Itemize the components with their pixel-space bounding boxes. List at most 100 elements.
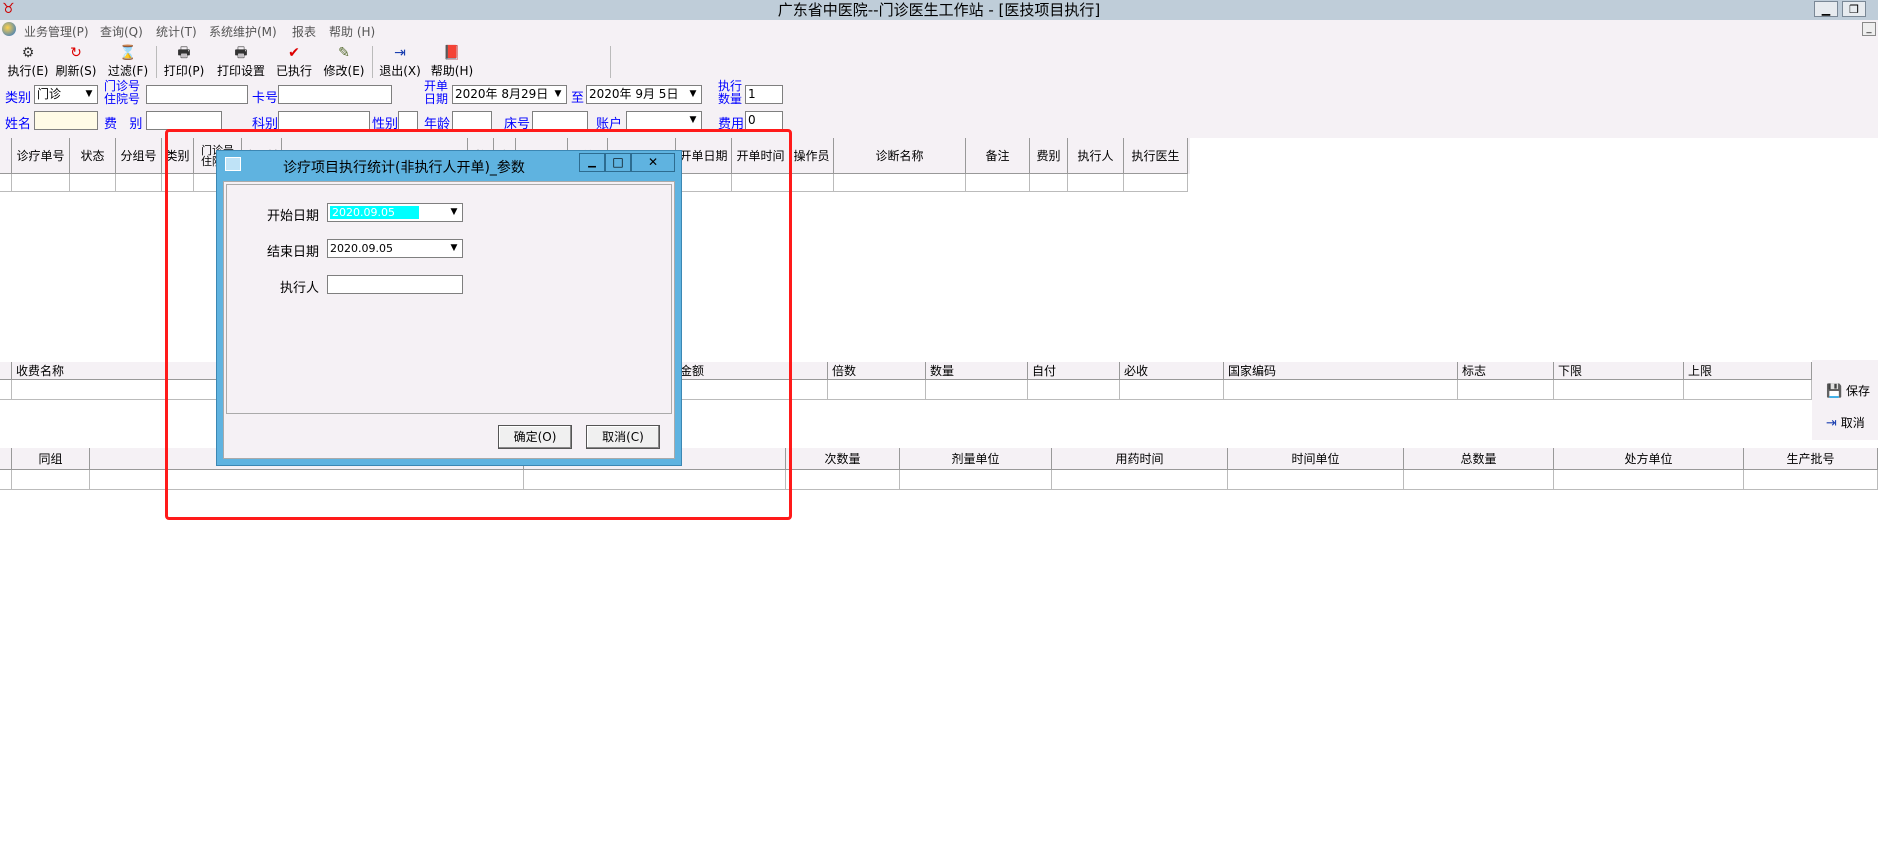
open-date-label: 开单 bbox=[424, 79, 449, 93]
menu-business[interactable]: 业务管理(P) bbox=[24, 23, 89, 40]
column-header[interactable]: 生产批号 bbox=[1744, 448, 1878, 470]
print-button[interactable]: 🖶 打印(P) bbox=[156, 45, 212, 79]
column-header[interactable]: 必收 bbox=[1120, 362, 1224, 380]
menu-report[interactable]: 报表 bbox=[292, 23, 316, 40]
chevron-down-icon: ▼ bbox=[85, 89, 93, 99]
column-header[interactable]: 执行人 bbox=[1068, 138, 1124, 174]
row-indicator-header bbox=[0, 138, 12, 174]
hourglass-icon: ⌛ bbox=[119, 45, 137, 61]
printer-icon: 🖶 bbox=[177, 45, 191, 61]
column-header[interactable]: 分组号 bbox=[116, 138, 162, 174]
menu-app-icon bbox=[2, 22, 16, 36]
column-header[interactable]: 处方单位 bbox=[1554, 448, 1744, 470]
account-select[interactable]: ▼ bbox=[626, 111, 702, 130]
open-date-label-2: 日期 bbox=[424, 92, 449, 106]
date-to-picker[interactable]: 2020年 9月 5日 ▼ bbox=[586, 85, 702, 104]
menu-system[interactable]: 系统维护(M) bbox=[209, 23, 277, 40]
print-settings-button[interactable]: 🖶 打印设置 bbox=[212, 45, 270, 79]
exec-count-label: 执行 bbox=[718, 79, 743, 93]
fee-type-input[interactable] bbox=[146, 111, 222, 130]
menu-statistics[interactable]: 统计(T) bbox=[156, 23, 197, 40]
side-panel: 💾 保存 ⇥ 取消 bbox=[1812, 360, 1878, 440]
age-input[interactable] bbox=[452, 111, 492, 130]
mdi-minimize-button[interactable]: _ bbox=[1862, 22, 1876, 36]
save-disk-icon: 💾 bbox=[1826, 384, 1843, 399]
save-button[interactable]: 💾 保存 bbox=[1826, 380, 1878, 402]
refresh-button[interactable]: ↻ 刷新(S) bbox=[48, 45, 104, 79]
column-header[interactable]: 次数量 bbox=[786, 448, 900, 470]
save-label: 保存 bbox=[1846, 384, 1871, 398]
column-header[interactable]: 上限 bbox=[1684, 362, 1812, 380]
column-header[interactable]: 诊断名称 bbox=[834, 138, 966, 174]
chevron-down-icon: ▼ bbox=[689, 115, 697, 125]
fee-type-label: 费 别 bbox=[104, 117, 143, 132]
executed-label: 已执行 bbox=[275, 64, 312, 78]
column-header[interactable]: 下限 bbox=[1554, 362, 1684, 380]
column-header[interactable]: 同组 bbox=[12, 448, 90, 470]
title-bar: ♉ 广东省中医院--门诊医生工作站 - [医技项目执行] ▁ ❐ bbox=[0, 0, 1878, 20]
sex-input[interactable] bbox=[398, 111, 418, 130]
print-settings-label: 打印设置 bbox=[216, 64, 265, 78]
name-input[interactable] bbox=[34, 111, 98, 130]
help-label: 帮助(H) bbox=[430, 64, 474, 78]
date-to-value: 2020年 9月 5日 bbox=[589, 87, 679, 101]
column-header[interactable]: 备注 bbox=[966, 138, 1030, 174]
highlight-frame bbox=[165, 129, 792, 520]
column-header[interactable]: 标志 bbox=[1458, 362, 1554, 380]
category-select[interactable]: 门诊 ▼ bbox=[34, 85, 98, 104]
chevron-down-icon: ▼ bbox=[554, 89, 562, 99]
card-label: 卡号 bbox=[252, 91, 279, 106]
column-header[interactable]: 诊疗单号 bbox=[12, 138, 70, 174]
date-from-value: 2020年 8月29日 bbox=[455, 87, 549, 101]
exit-label: 退出(X) bbox=[379, 64, 421, 78]
execute-label: 执行(E) bbox=[7, 64, 49, 78]
column-header[interactable]: 状态 bbox=[70, 138, 116, 174]
menu-help[interactable]: 帮助 (H) bbox=[329, 23, 375, 40]
column-header[interactable]: 总数量 bbox=[1404, 448, 1554, 470]
restore-button[interactable]: ❐ bbox=[1842, 1, 1866, 17]
edit-button[interactable]: ✎ 修改(E) bbox=[316, 45, 372, 79]
column-header[interactable]: 剂量单位 bbox=[900, 448, 1052, 470]
chevron-down-icon: ▼ bbox=[689, 89, 697, 99]
help-book-icon: 📕 bbox=[443, 45, 461, 61]
column-header[interactable]: 时间单位 bbox=[1228, 448, 1404, 470]
column-header[interactable]: 倍数 bbox=[828, 362, 926, 380]
column-header[interactable]: 操作员 bbox=[790, 138, 834, 174]
refresh-label: 刷新(S) bbox=[55, 64, 97, 78]
toolbar-separator bbox=[610, 46, 611, 78]
dept-input[interactable] bbox=[278, 111, 370, 130]
exec-count-label-2: 数量 bbox=[718, 92, 743, 106]
bed-input[interactable] bbox=[532, 111, 588, 130]
column-header[interactable]: 执行医生 bbox=[1124, 138, 1188, 174]
date-from-picker[interactable]: 2020年 8月29日 ▼ bbox=[452, 85, 567, 104]
print-label: 打印(P) bbox=[163, 64, 205, 78]
category-value: 门诊 bbox=[37, 87, 62, 101]
side-cancel-button[interactable]: ⇥ 取消 bbox=[1826, 412, 1878, 434]
clinic-no-label: 门诊号 bbox=[104, 79, 141, 93]
exec-count-input[interactable]: 1 bbox=[745, 85, 783, 104]
column-header[interactable]: 数量 bbox=[926, 362, 1028, 380]
to-label: 至 bbox=[571, 91, 585, 106]
category-label: 类别 bbox=[5, 91, 32, 106]
clinic-no-input[interactable] bbox=[146, 85, 248, 104]
exit-button[interactable]: ⇥ 退出(X) bbox=[372, 45, 428, 79]
checkmark-icon: ✔ bbox=[288, 45, 300, 61]
minimize-button[interactable]: ▁ bbox=[1814, 1, 1838, 17]
cost-input[interactable]: 0 bbox=[745, 111, 783, 130]
cancel-door-icon: ⇥ bbox=[1826, 416, 1837, 431]
filter-label: 过滤(F) bbox=[107, 64, 149, 78]
printer-settings-icon: 🖶 bbox=[234, 45, 248, 61]
column-header[interactable]: 自付 bbox=[1028, 362, 1120, 380]
menu-query[interactable]: 查询(Q) bbox=[100, 23, 143, 40]
window-title: 广东省中医院--门诊医生工作站 - [医技项目执行] bbox=[777, 1, 1101, 19]
column-header[interactable]: 费别 bbox=[1030, 138, 1068, 174]
help-button[interactable]: 📕 帮助(H) bbox=[424, 45, 480, 79]
exit-icon: ⇥ bbox=[394, 45, 406, 61]
filter-button[interactable]: ⌛ 过滤(F) bbox=[100, 45, 156, 79]
card-input[interactable] bbox=[278, 85, 392, 104]
column-header[interactable]: 国家编码 bbox=[1224, 362, 1458, 380]
column-header[interactable]: 用药时间 bbox=[1052, 448, 1228, 470]
executed-button[interactable]: ✔ 已执行 bbox=[266, 45, 322, 79]
toolbar: ⚙ 执行(E) ↻ 刷新(S) ⌛ 过滤(F) 🖶 打印(P) 🖶 打印设置 ✔… bbox=[0, 42, 1878, 82]
side-cancel-label: 取消 bbox=[1840, 416, 1865, 430]
